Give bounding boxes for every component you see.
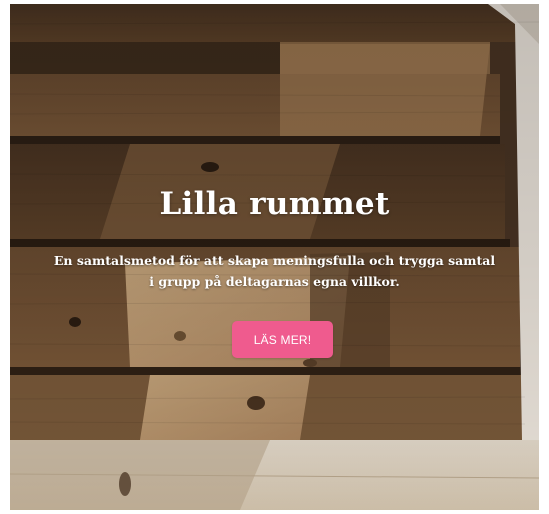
hero-subtitle: En samtalsmetod för att skapa meningsful…: [53, 253, 496, 289]
page: Lilla rummet En samtalsmetod för att ska…: [0, 0, 549, 514]
hero-title: Lilla rummet: [159, 186, 390, 222]
hero-content: Lilla rummet En samtalsmetod för att ska…: [10, 4, 539, 510]
read-more-button[interactable]: LÄS MER!: [232, 321, 333, 358]
hero-banner: Lilla rummet En samtalsmetod för att ska…: [10, 4, 539, 510]
